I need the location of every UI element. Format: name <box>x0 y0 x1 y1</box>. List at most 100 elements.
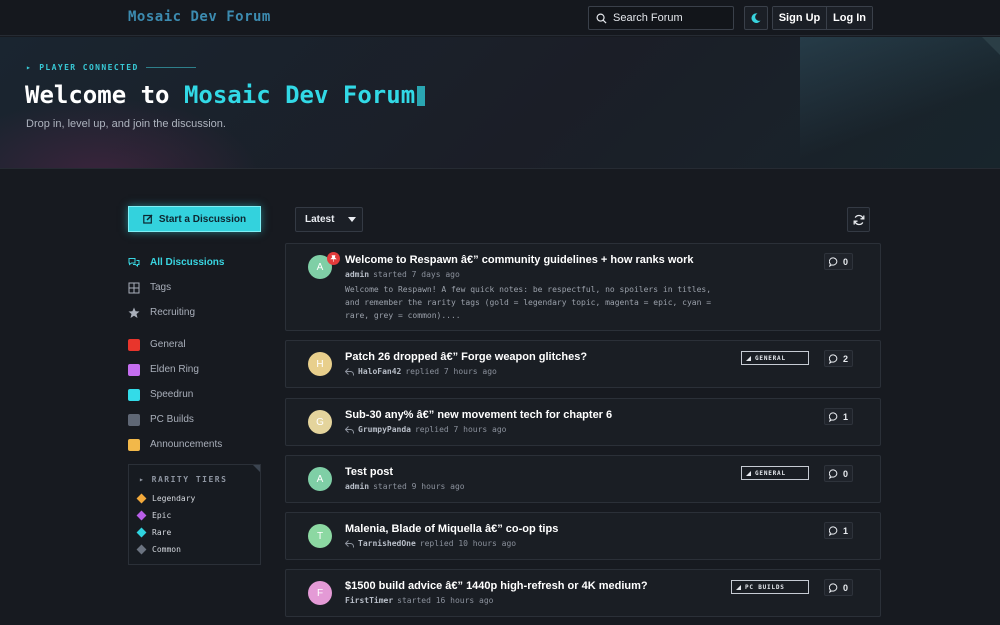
thread-time: replied 10 hours ago <box>419 539 517 548</box>
rarity-item-legendary: Legendary <box>136 493 196 504</box>
sidebar-item-label: Tags <box>150 282 172 293</box>
hero-title-prefix: Welcome to <box>25 81 184 109</box>
tag-label: Speedrun <box>150 389 194 400</box>
sidebar-item-tags[interactable]: Tags <box>128 275 268 300</box>
sort-dropdown[interactable]: Latest <box>295 207 363 232</box>
thread-time: started 9 hours ago <box>373 482 465 491</box>
thread-title[interactable]: Sub-30 any% â€” new movement tech for ch… <box>345 409 612 421</box>
comment-icon <box>829 468 838 479</box>
tag-item-announcements[interactable]: Announcements <box>128 432 268 457</box>
thread-title[interactable]: Patch 26 dropped â€” Forge weapon glitch… <box>345 351 587 363</box>
tag-color-swatch <box>128 413 140 426</box>
tag-badge[interactable]: GENERAL <box>741 466 809 480</box>
reply-count-value: 2 <box>843 353 849 364</box>
hero-subtitle: Drop in, level up, and join the discussi… <box>26 118 226 130</box>
sidebar-item-label: All Discussions <box>150 257 225 268</box>
thread-title[interactable]: Test post <box>345 466 393 478</box>
refresh-icon <box>853 214 864 225</box>
grid-icon <box>128 282 140 293</box>
rarity-item-rare: Rare <box>136 527 171 538</box>
auth-buttons: Sign Up Log In <box>772 6 873 30</box>
avatar[interactable]: T <box>308 524 332 548</box>
thread-time: started 7 days ago <box>373 270 460 279</box>
avatar[interactable]: A <box>308 467 332 491</box>
thread-row[interactable]: T Malenia, Blade of Miquella â€” co-op t… <box>285 512 881 560</box>
theme-toggle-button[interactable] <box>744 6 768 30</box>
search-icon <box>596 13 607 24</box>
reply-arrow-icon <box>345 367 354 375</box>
thread-row[interactable]: H Patch 26 dropped â€” Forge weapon glit… <box>285 340 881 388</box>
thread-meta: admin started 7 days ago <box>345 270 460 279</box>
tag-item-pc-builds[interactable]: PC Builds <box>128 407 268 432</box>
sidebar-item-recruiting[interactable]: Recruiting <box>128 300 268 325</box>
comment-icon <box>829 582 838 593</box>
thread-title[interactable]: Malenia, Blade of Miquella â€” co-op tip… <box>345 523 558 535</box>
hero-title: Welcome to Mosaic Dev Forum <box>25 81 426 109</box>
rarity-title-marker: ▸ <box>139 475 152 484</box>
rarity-label: Epic <box>152 511 172 520</box>
thread-meta: FirstTimer started 16 hours ago <box>345 596 494 605</box>
hero-title-accent: Mosaic Dev Forum <box>183 81 416 109</box>
diamond-icon <box>136 544 147 555</box>
log-in-button[interactable]: Log In <box>827 7 872 29</box>
tag-color-swatch <box>128 363 140 376</box>
thread-author[interactable]: FirstTimer <box>345 596 393 605</box>
reply-count-value: 0 <box>843 582 849 593</box>
kicker-line <box>145 67 196 68</box>
thread-row[interactable]: F $1500 build advice â€” 1440p high-refr… <box>285 569 881 617</box>
tag-item-general[interactable]: General <box>128 332 268 357</box>
diamond-icon <box>136 493 147 504</box>
pin-icon <box>327 252 340 265</box>
search-input[interactable]: Search Forum <box>588 6 734 30</box>
hero-banner: ▸ PLAYER CONNECTED Welcome to Mosaic Dev… <box>0 37 1000 169</box>
thread-author[interactable]: admin <box>345 270 369 279</box>
thread-author[interactable]: HaloFan42 <box>358 367 401 376</box>
tag-color-swatch <box>128 388 140 401</box>
reply-count-value: 1 <box>843 525 849 536</box>
thread-row[interactable]: A Test post admin started 9 hours ago GEN… <box>285 455 881 503</box>
thread-row[interactable]: A Welcome to Respawn â€” community guide… <box>285 243 881 331</box>
chat-bubbles-icon <box>128 257 140 267</box>
avatar[interactable]: H <box>308 352 332 376</box>
tag-label: Elden Ring <box>150 364 199 375</box>
tag-item-elden-ring[interactable]: Elden Ring <box>128 357 268 382</box>
thread-author[interactable]: admin <box>345 482 369 491</box>
reply-count: 0 <box>824 579 853 596</box>
thread-author[interactable]: TarnishedOne <box>358 539 416 548</box>
thread-meta: TarnishedOne replied 10 hours ago <box>345 539 516 548</box>
reply-count: 1 <box>824 522 853 539</box>
rarity-item-common: Common <box>136 544 181 555</box>
diamond-icon <box>136 527 147 538</box>
site-logo[interactable]: Mosaic Dev Forum <box>128 9 271 25</box>
thread-time: started 16 hours ago <box>397 596 494 605</box>
rarity-title: ▸ RARITY TIERS <box>139 475 227 484</box>
avatar[interactable]: F <box>308 581 332 605</box>
sidebar-nav: All Discussions Tags Recruiting <box>128 250 268 325</box>
sidebar-item-all-discussions[interactable]: All Discussions <box>128 250 268 275</box>
thread-title[interactable]: Welcome to Respawn â€” community guideli… <box>345 254 694 266</box>
refresh-button[interactable] <box>847 207 870 232</box>
tag-badge-label: GENERAL <box>755 354 786 362</box>
comment-icon <box>829 411 838 422</box>
thread-meta: admin started 9 hours ago <box>345 482 465 491</box>
tag-list: General Elden Ring Speedrun PC Builds An… <box>128 332 268 457</box>
tag-badge[interactable]: PC BUILDS <box>731 580 809 594</box>
rarity-label: Legendary <box>152 494 196 503</box>
reply-count: 0 <box>824 465 853 482</box>
top-navbar: Mosaic Dev Forum Search Forum Sign Up Lo… <box>0 0 1000 36</box>
tag-badge-label: PC BUILDS <box>745 583 785 591</box>
sign-up-button[interactable]: Sign Up <box>773 7 827 29</box>
tag-badge-label: GENERAL <box>755 469 786 477</box>
thread-row[interactable]: G Sub-30 any% â€” new movement tech for … <box>285 398 881 446</box>
search-placeholder: Search Forum <box>613 12 683 24</box>
start-discussion-button[interactable]: Start a Discussion <box>128 206 261 232</box>
avatar[interactable]: G <box>308 410 332 434</box>
thread-title[interactable]: $1500 build advice â€” 1440p high-refres… <box>345 580 648 592</box>
tag-label: General <box>150 339 186 350</box>
thread-author[interactable]: GrumpyPanda <box>358 425 411 434</box>
rarity-item-epic: Epic <box>136 510 172 521</box>
tag-badge[interactable]: GENERAL <box>741 351 809 365</box>
tag-item-speedrun[interactable]: Speedrun <box>128 382 268 407</box>
hero-corner-accent <box>982 37 1000 55</box>
thread-meta: GrumpyPanda replied 7 hours ago <box>345 425 507 434</box>
